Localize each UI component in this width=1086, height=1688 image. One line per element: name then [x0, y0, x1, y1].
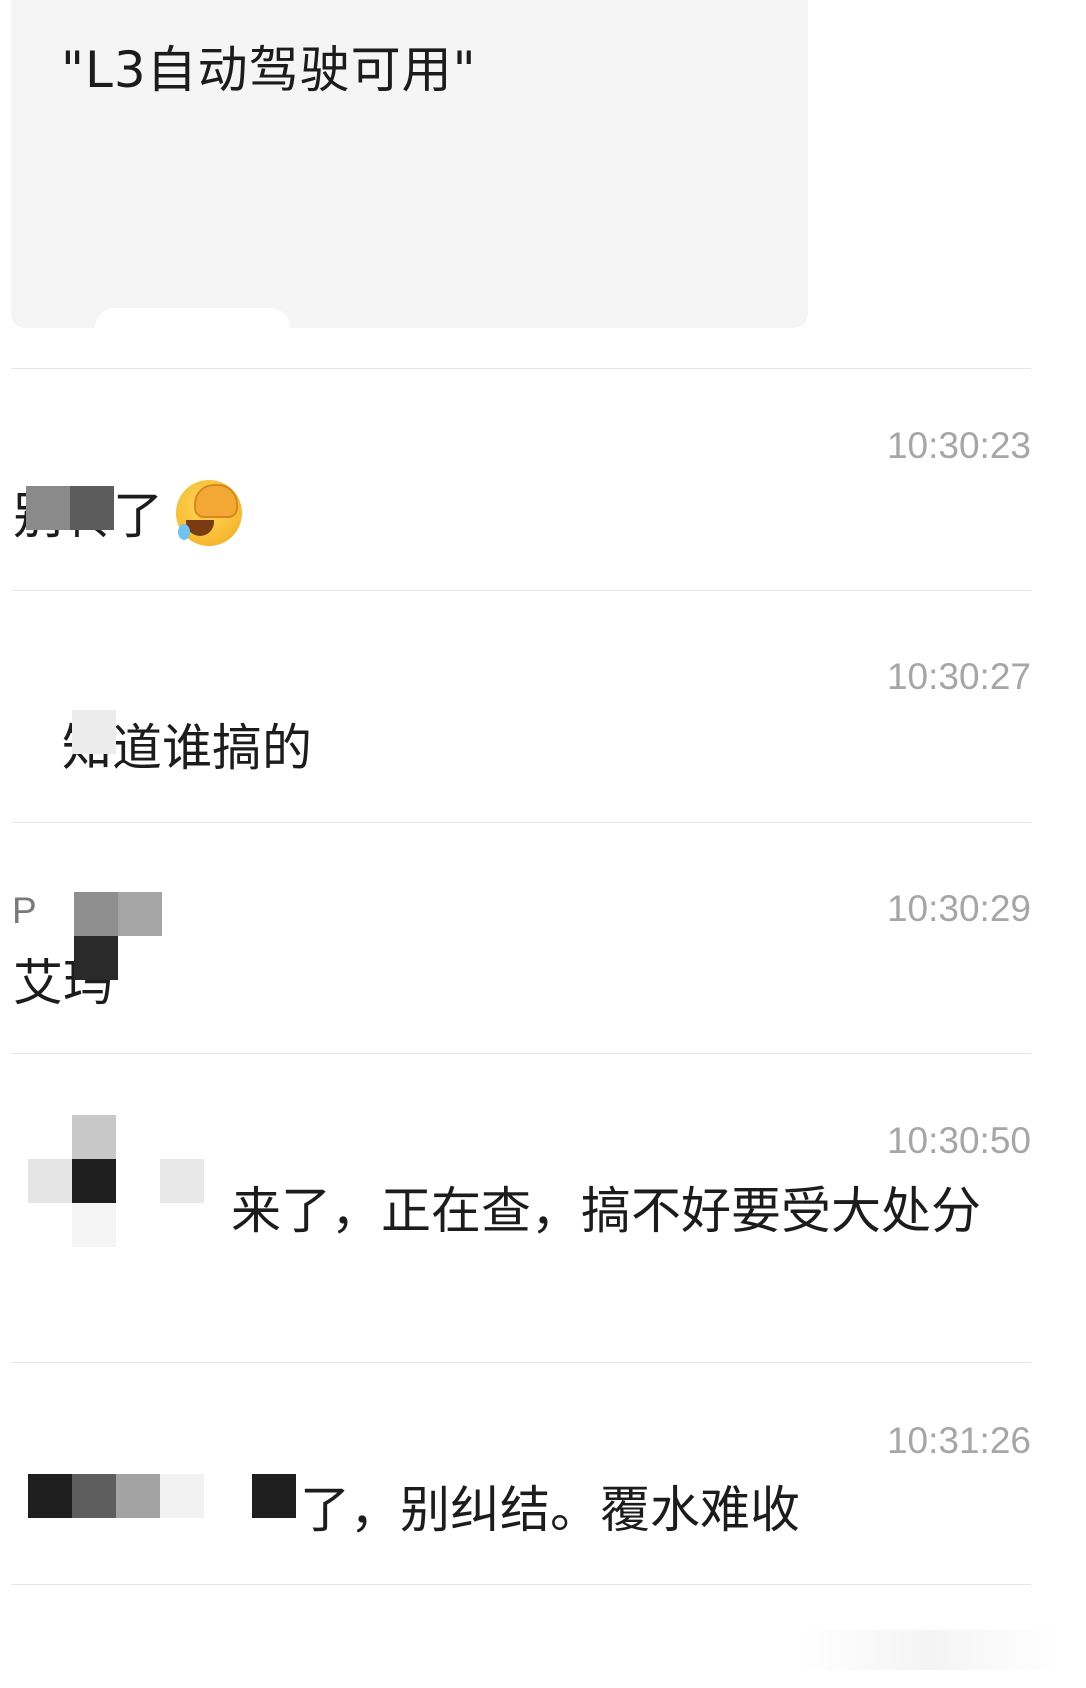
- message-text[interactable]: 了，别纠结。覆水难收: [300, 1464, 800, 1556]
- smudge: [800, 1630, 1060, 1670]
- divider: [11, 822, 1031, 823]
- card-notch: [95, 308, 290, 348]
- divider: [11, 1053, 1031, 1054]
- message-timestamp: 10:30:29: [886, 888, 1031, 929]
- message-timestamp: 10:30:27: [886, 656, 1031, 697]
- quoted-message-card[interactable]: "L3自动驾驶可用": [11, 0, 808, 328]
- divider: [11, 1362, 1031, 1363]
- divider: [11, 1584, 1031, 1585]
- divider: [11, 368, 1031, 369]
- message-body: 了，别纠结。覆水难收: [300, 1481, 800, 1539]
- sender-name: P: [12, 890, 37, 931]
- face-palm-emoji-icon: [176, 480, 242, 546]
- message-timestamp: 10:30:50: [886, 1120, 1031, 1161]
- message-timestamp: 10:30:23: [886, 425, 1031, 466]
- message-timestamp: 10:31:26: [886, 1420, 1031, 1461]
- divider: [11, 590, 1031, 591]
- quoted-message-text: "L3自动驾驶可用": [61, 41, 477, 99]
- message-text[interactable]: 来了，正在查，搞不好要受大处分: [13, 1165, 1003, 1257]
- message-body: 来了，正在查，搞不好要受大处分: [231, 1182, 981, 1240]
